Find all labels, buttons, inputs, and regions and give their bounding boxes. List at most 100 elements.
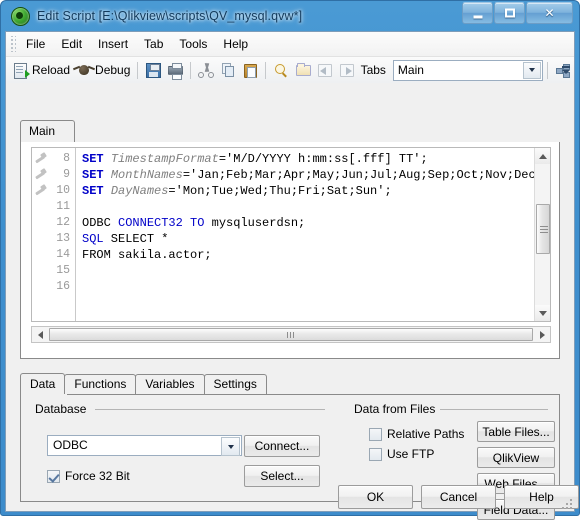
bookmark-icon (35, 169, 48, 181)
force-32-bit-checkbox[interactable]: Force 32 Bit (47, 469, 130, 483)
vertical-scroll-thumb[interactable] (536, 204, 550, 254)
force-32-bit-label: Force 32 Bit (65, 469, 130, 483)
code-line: SET DayNames='Mon;Tue;Wed;Thu;Fri;Sat;Su… (82, 183, 550, 199)
qlikview-file-button[interactable]: QlikView File... (477, 447, 555, 486)
code-token: CONNECT32 TO (118, 216, 205, 230)
code-line: ODBC CONNECT32 TO mysqluserdsn; (82, 215, 550, 231)
cut-button[interactable] (195, 59, 217, 81)
minimize-button[interactable] (462, 2, 493, 24)
close-icon: ✕ (544, 6, 555, 20)
menu-item-tab[interactable]: Tab (136, 34, 171, 54)
menu-item-edit[interactable]: Edit (53, 34, 90, 54)
resize-grip[interactable] (559, 496, 572, 509)
search-button[interactable] (270, 59, 292, 81)
relative-paths-checkbox[interactable]: Relative Paths (369, 427, 464, 441)
ok-button[interactable]: OK (338, 485, 413, 509)
debug-button[interactable]: Debug (73, 59, 133, 81)
code-token: SET (82, 168, 111, 182)
copy-button[interactable] (217, 59, 239, 81)
editor-gutter: 8 9 10 11 12 13 14 15 16 (32, 148, 76, 321)
database-group-line (95, 409, 325, 410)
print-button[interactable] (164, 59, 186, 81)
tab-data[interactable]: Data (20, 373, 66, 395)
chevron-down-icon[interactable] (523, 61, 542, 79)
use-ftp-checkbox[interactable]: Use FTP (369, 447, 434, 461)
save-floppy-icon (145, 62, 162, 78)
gutter-line: 9 (32, 167, 75, 183)
bookmark-icon (35, 185, 48, 197)
code-token: ='Jan;Feb;Mar;Apr;May;Jun;Jul;Aug;Sep;Oc… (182, 168, 550, 182)
gutter-line: 14 (56, 248, 70, 261)
tab-settings[interactable]: Settings (203, 374, 267, 395)
previous-tab-icon (317, 62, 333, 78)
menu-bar: File Edit Insert Tab Tools Help (6, 32, 574, 57)
scroll-left-button[interactable] (32, 327, 48, 342)
checkbox-box (47, 469, 60, 483)
reload-script-icon (13, 62, 30, 79)
tab-functions[interactable]: Functions (64, 374, 137, 395)
previous-tab-button[interactable] (314, 59, 336, 81)
next-tab-button[interactable] (336, 59, 358, 81)
editor-horizontal-scrollbar[interactable] (31, 326, 551, 343)
checkbox-box (369, 427, 382, 441)
connect-button[interactable]: Connect... (244, 435, 320, 457)
menu-item-insert[interactable]: Insert (90, 34, 136, 54)
menu-item-help[interactable]: Help (215, 34, 256, 54)
save-button[interactable] (142, 59, 164, 81)
script-tab-main[interactable]: Main (20, 120, 75, 143)
tabs-dropdown[interactable]: Main (392, 59, 544, 81)
menu-item-tools[interactable]: Tools (171, 34, 215, 54)
code-token: ODBC (82, 216, 119, 230)
dialog-body: Main 8 9 10 11 12 13 14 15 16 SET Timest… (6, 83, 579, 520)
new-tab-button[interactable] (292, 59, 314, 81)
toolbar-separator (190, 61, 191, 79)
tabs-dropdown-value: Main (397, 63, 424, 77)
gutter-line: 15 (56, 264, 70, 277)
gutter-line: 13 (56, 232, 70, 245)
code-line: SET TimestampFormat='M/D/YYYY h:mm:ss[.f… (82, 151, 550, 167)
code-token: TimestampFormat (110, 152, 219, 166)
paste-icon (242, 62, 258, 78)
code-token: MonthNames (110, 168, 183, 182)
cancel-button[interactable]: Cancel (421, 485, 496, 509)
toolbar-overflow-icon[interactable] (559, 59, 572, 80)
toolbar-separator (264, 61, 266, 79)
close-button[interactable]: ✕ (526, 2, 573, 24)
scroll-right-button[interactable] (534, 327, 550, 342)
paste-button[interactable] (239, 59, 261, 81)
table-files-button[interactable]: Table Files... (477, 421, 555, 442)
copy-icon (220, 62, 236, 78)
code-token: SELECT * (103, 232, 169, 246)
menu-item-file[interactable]: File (18, 34, 53, 54)
menu-grip-handle[interactable] (9, 36, 16, 52)
cut-scissors-icon (197, 62, 214, 78)
code-line: SET MonthNames='Jan;Feb;Mar;Apr;May;Jun;… (82, 167, 550, 183)
scroll-up-button[interactable] (535, 148, 550, 164)
search-magnifier-icon (273, 62, 289, 78)
title-bar: Edit Script [E:\Qlikview\scripts\QV_mysq… (5, 1, 575, 31)
scroll-down-button[interactable] (535, 305, 550, 321)
tab-variables[interactable]: Variables (135, 374, 205, 395)
select-button[interactable]: Select... (244, 465, 320, 487)
horizontal-scroll-thumb[interactable] (49, 328, 533, 341)
maximize-button[interactable] (494, 2, 525, 24)
code-line: SQL SELECT * (82, 231, 550, 247)
chevron-down-icon[interactable] (221, 437, 240, 456)
database-type-dropdown[interactable]: ODBC (47, 435, 242, 456)
new-tab-folder-icon (295, 62, 311, 78)
relative-paths-label: Relative Paths (387, 427, 465, 441)
reload-button[interactable]: Reload (10, 59, 73, 81)
reload-label: Reload (32, 63, 71, 77)
script-editor[interactable]: 8 9 10 11 12 13 14 15 16 SET TimestampFo… (31, 147, 551, 322)
checkbox-box (369, 447, 382, 461)
debug-bug-icon (76, 62, 92, 78)
code-token: FROM sakila.actor; (82, 248, 212, 262)
minimize-icon (473, 15, 482, 19)
code-text-area[interactable]: SET TimestampFormat='M/D/YYYY h:mm:ss[.f… (76, 148, 550, 321)
editor-vertical-scrollbar[interactable] (534, 148, 550, 321)
code-token: SQL (82, 232, 104, 246)
data-from-files-group-line (440, 409, 548, 410)
